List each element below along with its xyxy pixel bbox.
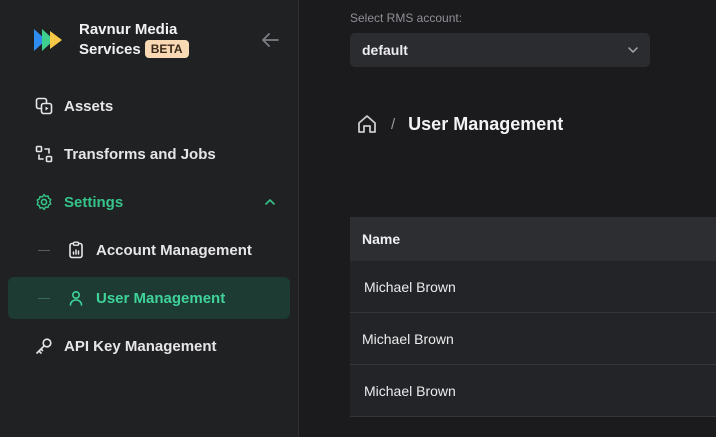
table-row[interactable]: Michael Brown	[350, 313, 716, 365]
user-name-cell: Michael Brown	[362, 330, 454, 347]
assets-icon	[34, 96, 54, 116]
chevron-down-icon	[628, 47, 638, 53]
brand-name: Ravnur Media Services BETA	[79, 20, 189, 60]
sidebar-item-label: User Management	[96, 289, 226, 307]
brand-name-line2: Services	[79, 41, 141, 58]
clipboard-icon	[66, 240, 86, 260]
sidebar-item-label: Transforms and Jobs	[64, 145, 216, 163]
sidebar-item-assets[interactable]: Assets	[8, 85, 290, 127]
users-table: Name Michael Brown Michael Brown Michael…	[350, 217, 716, 417]
user-icon	[66, 288, 86, 308]
user-name-cell: Michael Brown	[364, 278, 456, 295]
page-title: User Management	[408, 113, 564, 134]
breadcrumb-separator: /	[391, 115, 396, 133]
chevron-up-icon[interactable]	[262, 194, 278, 210]
brand-name-line1: Ravnur Media	[79, 21, 178, 38]
sidebar-item-label: API Key Management	[64, 337, 217, 355]
key-icon	[34, 336, 54, 356]
sidebar-item-user-management[interactable]: User Management	[8, 277, 290, 319]
sidebar-item-api-key-management[interactable]: API Key Management	[8, 325, 290, 367]
gear-icon	[34, 192, 54, 212]
rms-account-label: Select RMS account:	[350, 11, 463, 25]
rms-account-value: default	[362, 42, 408, 58]
collapse-sidebar-icon[interactable]	[259, 29, 281, 51]
user-name-cell: Michael Brown	[364, 382, 456, 399]
sidebar-item-label: Assets	[64, 97, 114, 115]
sidebar-item-account-management[interactable]: Account Management	[8, 229, 290, 271]
table-row[interactable]: Michael Brown	[350, 365, 716, 417]
column-header-name[interactable]: Name	[362, 231, 400, 247]
rms-account-select[interactable]: default	[350, 33, 650, 67]
tree-dash	[38, 297, 50, 299]
beta-badge: BETA	[144, 40, 189, 58]
transforms-icon	[34, 144, 54, 164]
sidebar-item-transforms-and-jobs[interactable]: Transforms and Jobs	[8, 133, 290, 175]
breadcrumb: / User Management	[356, 113, 563, 135]
sidebar-item-label: Settings	[64, 193, 124, 211]
brand[interactable]: Ravnur Media Services BETA	[34, 20, 189, 60]
table-header: Name	[350, 217, 716, 261]
table-row[interactable]: Michael Brown	[350, 261, 716, 313]
sidebar: Ravnur Media Services BETA Assets Transfo…	[0, 0, 299, 437]
sidebar-item-settings[interactable]: Settings	[8, 181, 290, 223]
sidebar-item-label: Account Management	[96, 241, 252, 259]
home-icon[interactable]	[356, 113, 378, 135]
tree-dash	[38, 249, 50, 251]
app-logo-icon	[34, 29, 62, 51]
